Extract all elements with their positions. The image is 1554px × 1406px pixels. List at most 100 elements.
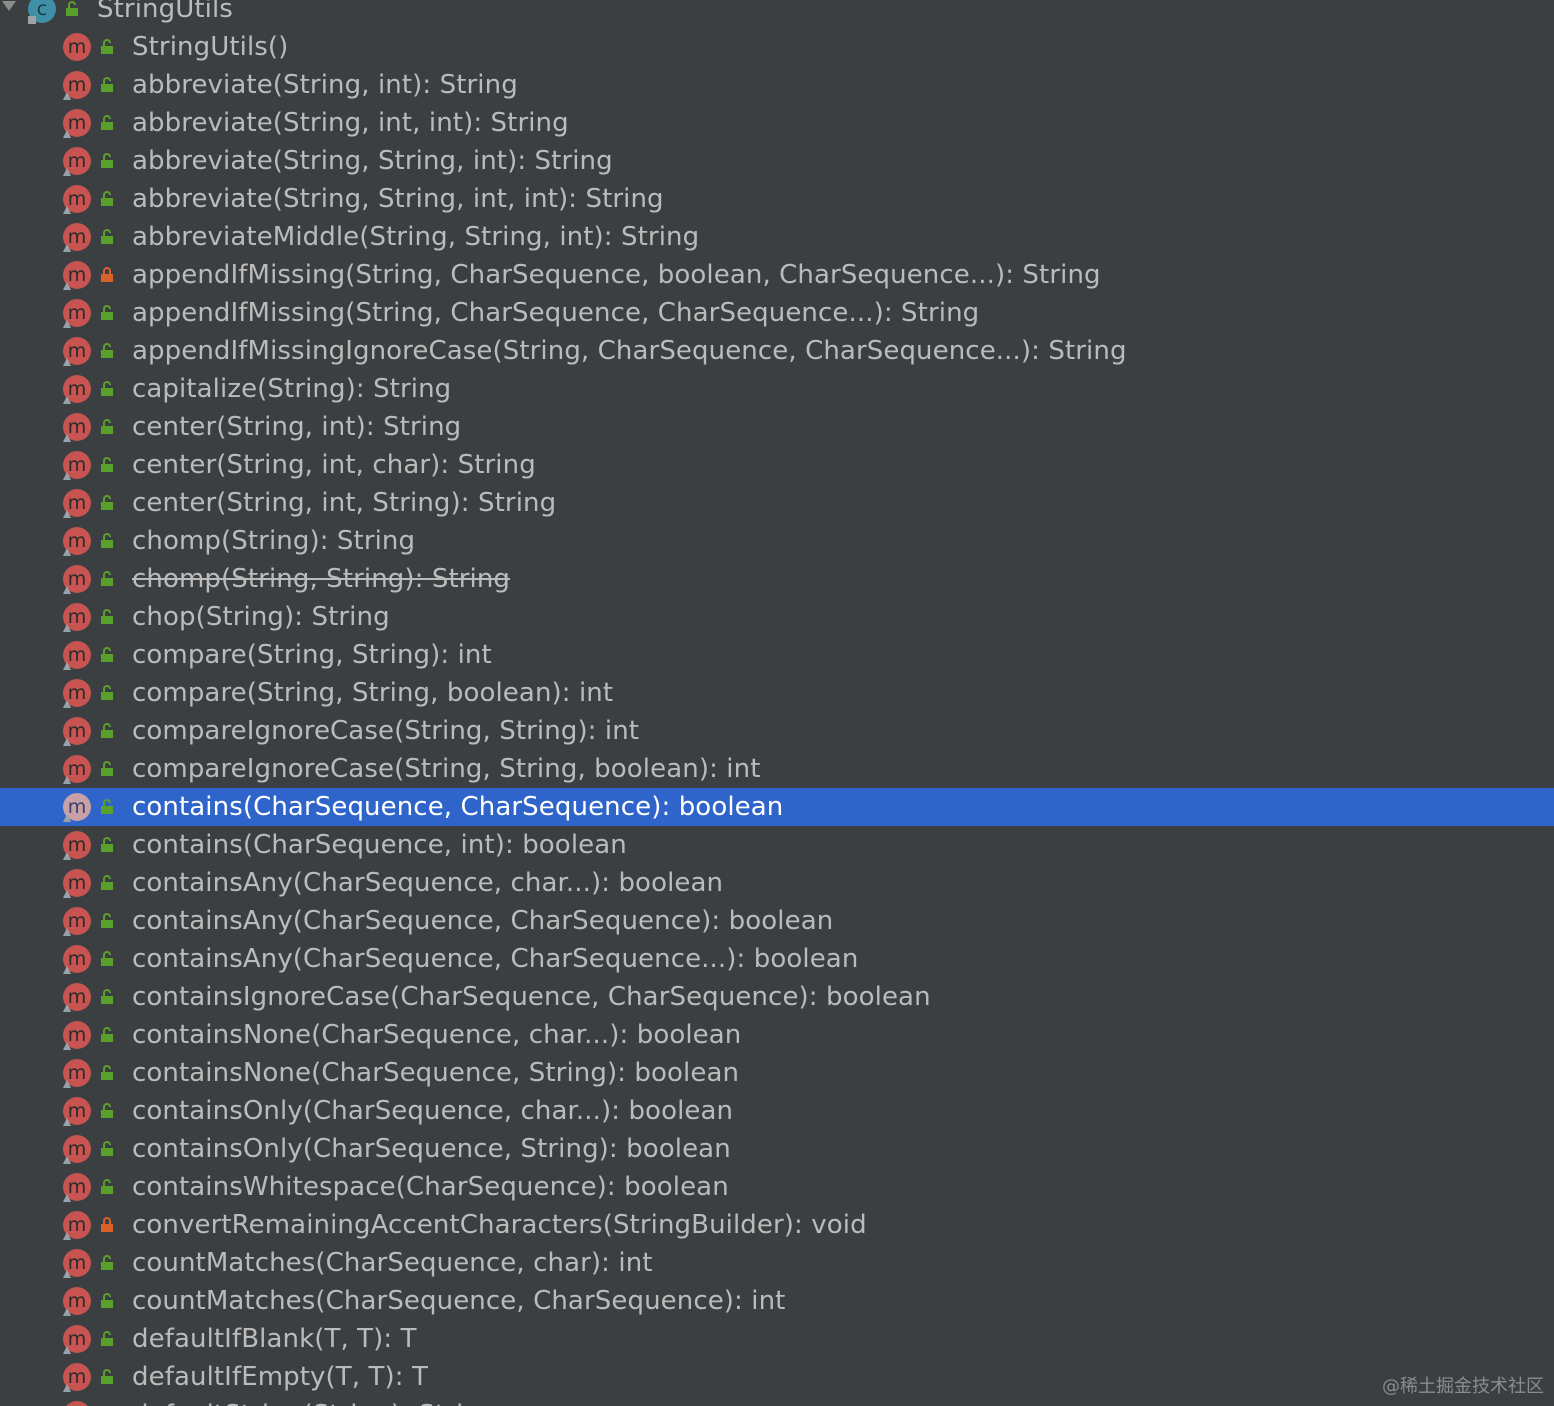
tree-node-method[interactable]: m appendIfMissingIgnoreCase(String, CharS… (0, 332, 1554, 370)
tree-node-method[interactable]: m StringUtils() (0, 28, 1554, 66)
tree-node-method[interactable]: m chomp(String): String (0, 522, 1554, 560)
public-visibility-icon (101, 875, 113, 890)
tree-node-method[interactable]: m compareIgnoreCase(String, String, boole… (0, 750, 1554, 788)
public-visibility-icon (101, 685, 113, 700)
method-icon: m (63, 945, 91, 974)
tree-node-class[interactable]: c StringUtils (0, 0, 1554, 28)
static-badge-icon (63, 1042, 71, 1050)
tree-node-method[interactable]: m compare(String, String): int (0, 636, 1554, 674)
method-icon-letter: m (67, 35, 87, 58)
method-signature: containsIgnoreCase(CharSequence, CharSeq… (132, 982, 931, 1012)
public-visibility-icon (66, 1, 78, 16)
tree-node-method[interactable]: m defaultIfBlank(T, T): T (0, 1320, 1554, 1358)
method-signature: chomp(String): String (132, 526, 416, 556)
method-signature: contains(CharSequence, int): boolean (132, 830, 627, 860)
public-visibility-icon (101, 533, 113, 548)
public-visibility-icon (101, 1103, 113, 1118)
public-visibility-icon (101, 1293, 113, 1308)
tree-node-method[interactable]: m convertRemainingAccentCharacters(String… (0, 1206, 1554, 1244)
public-visibility-icon (101, 1255, 113, 1270)
tree-node-method[interactable]: m containsIgnoreCase(CharSequence, CharSe… (0, 978, 1554, 1016)
tree-node-method[interactable]: m center(String, int, String): String (0, 484, 1554, 522)
public-visibility-icon (101, 761, 113, 776)
tree-node-method[interactable]: m contains(CharSequence, CharSequence): b… (0, 788, 1554, 826)
public-visibility-icon (101, 1027, 113, 1042)
method-icon: m (63, 375, 91, 404)
public-visibility-icon (101, 571, 113, 586)
tree-node-method[interactable]: m containsNone(CharSequence, char...): bo… (0, 1016, 1554, 1054)
method-icon: m (63, 147, 91, 176)
method-signature: chomp(String, String): String (132, 564, 511, 594)
static-badge-icon (63, 1118, 71, 1126)
public-visibility-icon (101, 1331, 113, 1346)
static-badge-icon (63, 1384, 71, 1392)
public-visibility-icon (101, 609, 113, 624)
tree-node-method[interactable]: m center(String, int): String (0, 408, 1554, 446)
method-signature: compareIgnoreCase(String, String, boolea… (132, 754, 761, 784)
tree-node-method[interactable]: m containsOnly(CharSequence, String): boo… (0, 1130, 1554, 1168)
tree-node-method[interactable]: m containsAny(CharSequence, char...): boo… (0, 864, 1554, 902)
static-badge-icon (63, 928, 71, 936)
static-badge-icon (63, 1194, 71, 1202)
method-icon: m (63, 717, 91, 746)
tree-node-method[interactable]: m abbreviate(String, int): String (0, 66, 1554, 104)
public-visibility-icon (101, 799, 113, 814)
public-visibility-icon (101, 1141, 113, 1156)
method-icon: m (63, 565, 91, 594)
tree-node-method[interactable]: m abbreviate(String, String, int, int): S… (0, 180, 1554, 218)
method-icon: m (63, 33, 91, 61)
tree-node-method[interactable]: m containsNone(CharSequence, String): boo… (0, 1054, 1554, 1092)
tree-node-method[interactable]: m compare(String, String, boolean): int (0, 674, 1554, 712)
tree-node-method[interactable]: m appendIfMissing(String, CharSequence, b… (0, 256, 1554, 294)
tree-node-method[interactable]: m countMatches(CharSequence, CharSequence… (0, 1282, 1554, 1320)
public-visibility-icon (101, 1369, 113, 1384)
static-badge-icon (63, 776, 71, 784)
watermark: @稀土掘金技术社区 (1382, 1376, 1544, 1397)
method-signature: containsWhitespace(CharSequence): boolea… (132, 1172, 729, 1202)
tree-node-method[interactable]: m countMatches(CharSequence, char): int (0, 1244, 1554, 1282)
method-icon: m (63, 527, 91, 556)
public-visibility-icon (101, 77, 113, 92)
tree-node-method[interactable]: m chop(String): String (0, 598, 1554, 636)
method-icon: m (63, 793, 91, 822)
tree-node-method[interactable]: m capitalize(String): String (0, 370, 1554, 408)
method-icon: m (63, 1173, 91, 1202)
tree-node-method[interactable]: m center(String, int, char): String (0, 446, 1554, 484)
static-badge-icon (63, 890, 71, 898)
tree-node-method[interactable]: m containsOnly(CharSequence, char...): bo… (0, 1092, 1554, 1130)
tree-node-method[interactable]: m abbreviate(String, int, int): String (0, 104, 1554, 142)
static-badge-icon (63, 510, 71, 518)
static-badge-icon (63, 548, 71, 556)
tree-node-method[interactable]: m abbreviateMiddle(String, String, int): … (0, 218, 1554, 256)
tree-node-method[interactable]: m appendIfMissing(String, CharSequence, C… (0, 294, 1554, 332)
tree-node-method[interactable]: m defaultIfEmpty(T, T): T (0, 1358, 1554, 1396)
method-icon: m (63, 185, 91, 214)
private-lock-icon (101, 1217, 113, 1232)
private-lock-icon (101, 267, 113, 282)
tree-node-method[interactable]: m contains(CharSequence, int): boolean (0, 826, 1554, 864)
tree-node-method[interactable]: m defaultString(String): String (0, 1396, 1554, 1406)
public-visibility-icon (101, 419, 113, 434)
static-badge-icon (63, 624, 71, 632)
method-icon: m (63, 603, 91, 632)
method-icon: m (63, 907, 91, 936)
public-visibility-icon (101, 39, 113, 54)
method-icon: m (63, 223, 91, 252)
class-icon-letter: c (36, 0, 48, 20)
static-badge-icon (63, 700, 71, 708)
method-icon: m (63, 109, 91, 138)
method-icon: m (63, 1135, 91, 1164)
tree-node-method[interactable]: m containsWhitespace(CharSequence): boole… (0, 1168, 1554, 1206)
expand-arrow-icon[interactable] (2, 1, 16, 11)
tree-node-method[interactable]: m abbreviate(String, String, int): String (0, 142, 1554, 180)
static-badge-icon (63, 1156, 71, 1164)
tree-node-method[interactable]: m chomp(String, String): String (0, 560, 1554, 598)
static-badge-icon (63, 1080, 71, 1088)
tree-node-method[interactable]: m containsAny(CharSequence, CharSequence)… (0, 902, 1554, 940)
static-badge-icon (63, 1346, 71, 1354)
static-badge-icon (63, 434, 71, 442)
tree-node-method[interactable]: m compareIgnoreCase(String, String): int (0, 712, 1554, 750)
method-icon: m (63, 489, 91, 518)
tree-node-method[interactable]: m containsAny(CharSequence, CharSequence.… (0, 940, 1554, 978)
method-icon: m (63, 1021, 91, 1050)
